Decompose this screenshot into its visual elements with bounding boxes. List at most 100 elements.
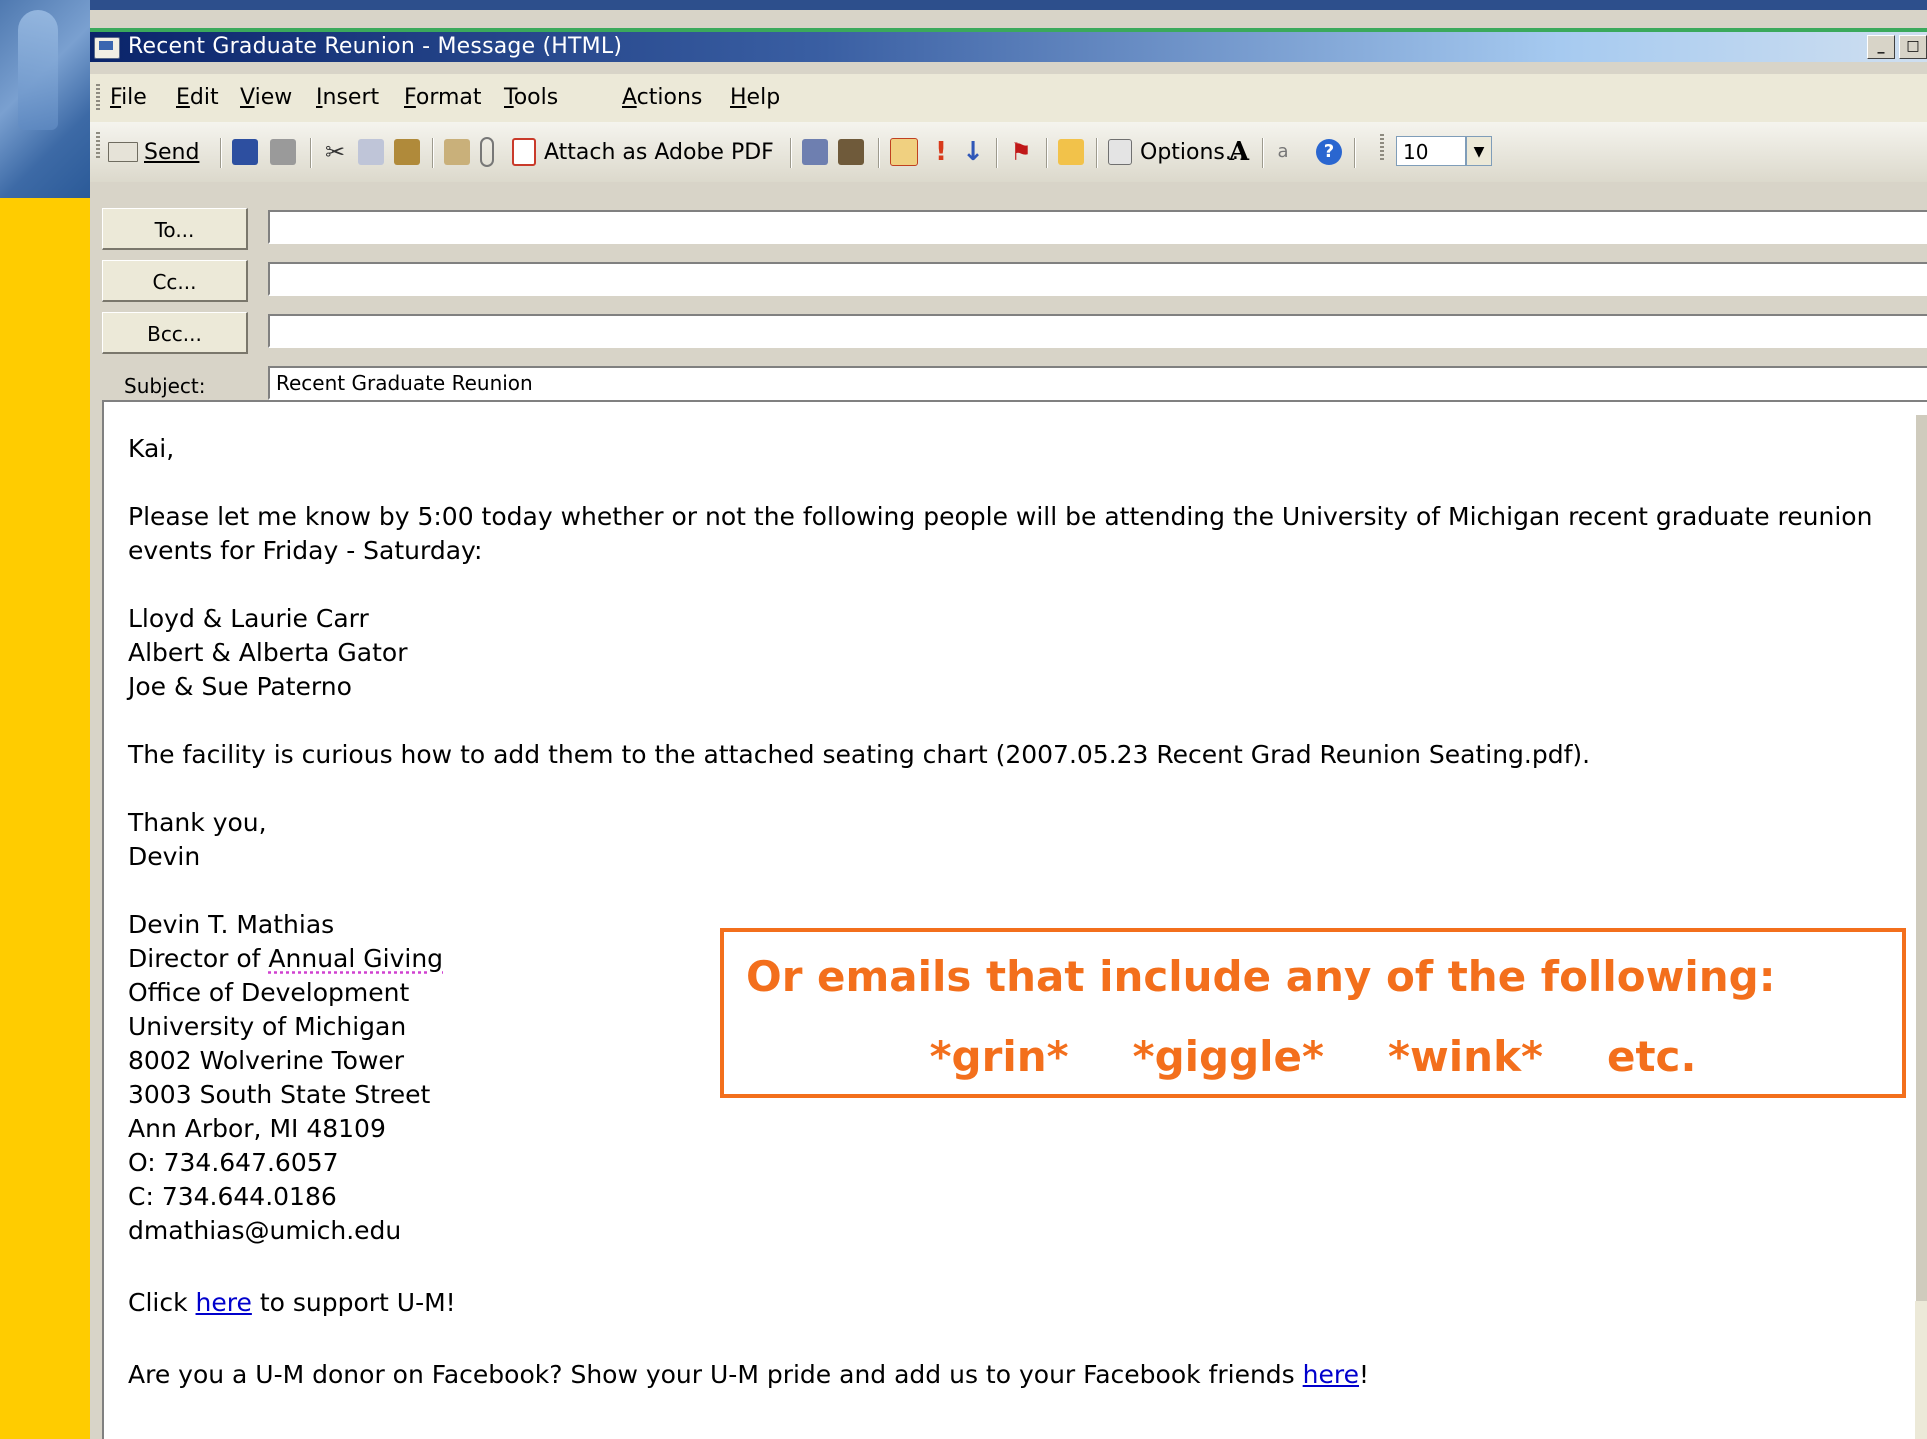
support-pre: Click (128, 1288, 196, 1317)
closing-name: Devin (128, 842, 201, 871)
message-body[interactable]: Kai, Please let me know by 5:00 today wh… (102, 400, 1927, 1439)
menubar-grip[interactable] (96, 84, 100, 112)
toolbar-separator (310, 138, 312, 168)
attendee-name: Albert & Alberta Gator (128, 638, 408, 667)
send-label: Send (144, 139, 200, 165)
options-icon (1108, 139, 1132, 165)
help-icon: ? (1316, 139, 1342, 165)
high-importance-button[interactable]: ! (928, 132, 954, 172)
toolbar-separator (220, 138, 222, 168)
signature-city: Ann Arbor, MI 48109 (128, 1114, 386, 1143)
closing: Thank you, (128, 808, 267, 837)
attendee-name: Joe & Sue Paterno (128, 672, 352, 701)
permission-button[interactable] (1058, 132, 1084, 172)
encoding-button[interactable]: a (1270, 132, 1296, 172)
low-importance-icon: ↓ (962, 137, 984, 167)
copy-button[interactable] (358, 132, 384, 172)
save-button[interactable] (232, 132, 258, 172)
menu-bar: File Edit View Insert Format Tools Actio… (90, 74, 1927, 123)
support-post: to support U-M! (251, 1288, 456, 1317)
edit-button[interactable] (444, 132, 470, 172)
signature-cell-phone: C: 734.644.0186 (128, 1182, 337, 1211)
slide-background-graphic (0, 0, 90, 198)
toolbar-separator (790, 138, 792, 168)
toolbar-separator (1046, 138, 1048, 168)
follow-up-button[interactable]: ⚑ (1008, 132, 1034, 172)
pdf-icon (512, 138, 536, 166)
facebook-link[interactable]: here (1303, 1360, 1359, 1389)
to-button[interactable]: To... (102, 208, 248, 250)
scrollbar-thumb[interactable] (1915, 415, 1927, 1301)
background-swoosh (18, 10, 58, 130)
message-text: Kai, Please let me know by 5:00 today wh… (128, 432, 1927, 1392)
signature-office-phone: O: 734.647.6057 (128, 1148, 339, 1177)
attach-pdf-label: Attach as Adobe PDF (544, 139, 774, 165)
callout-term: *grin* (929, 1032, 1069, 1081)
bcc-field[interactable] (268, 314, 1927, 348)
paste-button[interactable] (394, 132, 420, 172)
callout-term: *giggle* (1132, 1032, 1325, 1081)
facebook-pre: Are you a U-M donor on Facebook? Show yo… (128, 1360, 1303, 1389)
menu-insert[interactable]: Insert (316, 74, 379, 122)
toolbar-separator (878, 138, 880, 168)
copy-icon (358, 139, 384, 165)
attendee-name: Lloyd & Laurie Carr (128, 604, 369, 633)
font-size-box[interactable]: 10 (1396, 136, 1466, 166)
message-options-button[interactable] (890, 132, 918, 172)
attach-as-pdf-button[interactable]: Attach as Adobe PDF (512, 132, 774, 172)
paste-icon (394, 139, 420, 165)
minimize-button[interactable]: _ (1867, 35, 1895, 59)
maximize-button[interactable]: □ (1899, 35, 1927, 59)
mail-icon (890, 138, 918, 166)
vertical-scrollbar[interactable] (1915, 415, 1927, 1439)
edit-icon (444, 139, 470, 165)
help-button[interactable]: ? (1316, 132, 1342, 172)
callout-terms: *grin* *giggle* *wink* etc. (724, 1032, 1902, 1081)
to-field[interactable] (268, 210, 1927, 244)
message-header: To... Cc... Bcc... Subject: Recent Gradu… (90, 182, 1927, 410)
check-names-icon (838, 139, 864, 165)
address-book-icon (802, 139, 828, 165)
message-window: Recent Graduate Reunion - Message (HTML)… (90, 10, 1927, 1439)
greeting: Kai, (128, 434, 175, 463)
callout-term: *wink* (1388, 1032, 1543, 1081)
callout-box: Or emails that include any of the follow… (720, 928, 1906, 1098)
facebook-line: Are you a U-M donor on Facebook? Show yo… (128, 1358, 1927, 1392)
window-controls: _ □ (1867, 35, 1927, 59)
cc-field[interactable] (268, 262, 1927, 296)
high-importance-icon: ! (935, 137, 947, 167)
font-size-dropdown-button[interactable]: ▼ (1466, 136, 1492, 166)
menu-view[interactable]: View (240, 74, 292, 122)
font-icon: A (1228, 137, 1250, 167)
menu-file[interactable]: File (110, 74, 147, 122)
menu-tools[interactable]: Tools (504, 74, 558, 122)
subject-field[interactable]: Recent Graduate Reunion (268, 366, 1927, 400)
message-icon (94, 37, 120, 59)
font-button[interactable]: A (1226, 132, 1252, 172)
toolbar-separator (1096, 138, 1098, 168)
check-names-button[interactable] (838, 132, 864, 172)
low-importance-button[interactable]: ↓ (960, 132, 986, 172)
signature-title-underlined: Annual Giving (268, 944, 444, 973)
folder-icon (1058, 139, 1084, 165)
toolbar-grip-2[interactable] (1380, 134, 1384, 162)
print-icon (270, 139, 296, 165)
toolbar-separator (432, 138, 434, 168)
bcc-button[interactable]: Bcc... (102, 312, 248, 354)
cc-button[interactable]: Cc... (102, 260, 248, 302)
window-title: Recent Graduate Reunion - Message (HTML) (128, 34, 623, 59)
flag-icon: ⚑ (1010, 138, 1032, 166)
cut-button[interactable]: ✂ (322, 132, 348, 172)
support-link[interactable]: here (196, 1288, 252, 1317)
menu-help[interactable]: Help (730, 74, 780, 122)
print-button[interactable] (270, 132, 296, 172)
menu-actions[interactable]: Actions (622, 74, 702, 122)
menu-format[interactable]: Format (404, 74, 482, 122)
title-bar: Recent Graduate Reunion - Message (HTML)… (90, 28, 1927, 62)
send-button[interactable]: Send (108, 132, 199, 172)
insert-file-button[interactable] (480, 132, 494, 172)
toolbar-grip[interactable] (96, 132, 100, 160)
menu-edit[interactable]: Edit (176, 74, 219, 122)
address-book-button[interactable] (802, 132, 828, 172)
standard-toolbar: Send ✂ Attach as Adobe PDF ! ↓ ⚑ Options… (90, 122, 1927, 183)
